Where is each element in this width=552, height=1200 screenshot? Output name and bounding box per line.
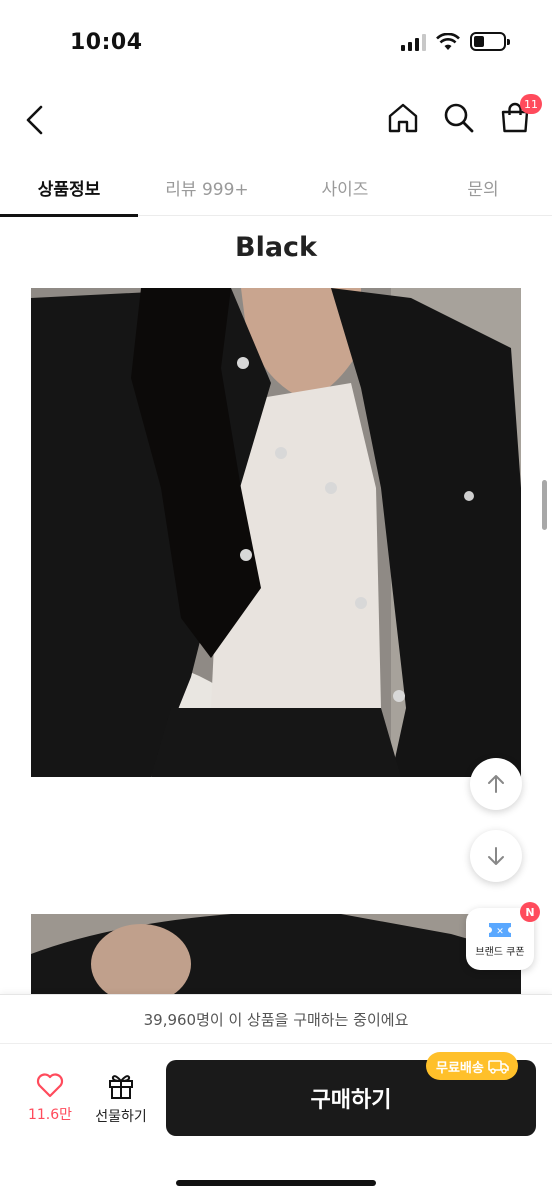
tab-reviews[interactable]: 리뷰 999+ [138,158,276,216]
home-icon [388,103,418,133]
search-button[interactable] [442,100,476,136]
like-count: 11.6만 [27,1107,73,1123]
tab-size[interactable]: 사이즈 [276,158,414,216]
color-section-title: Black [234,232,317,263]
heart-icon [36,1073,64,1098]
coupon-label: 브랜드 쿠폰 [475,946,525,958]
purchase-count-notice: 39,960명이 이 상품을 구매하는 중이에요 [0,994,552,1044]
tab-product-info[interactable]: 상품정보 [0,158,138,217]
truck-icon [488,1060,509,1074]
back-button[interactable] [16,100,52,140]
product-photo-2 [31,914,521,1004]
free-shipping-badge: 무료배송 [426,1052,518,1080]
search-icon [444,103,474,133]
tab-inquiry[interactable]: 문의 [414,158,552,216]
bottom-action-bar: 11.6만 선물하기 구매하기 무료배송 [0,1044,552,1200]
battery-icon [470,32,510,51]
free-shipping-label: 무료배송 [436,1060,484,1076]
page-scrollbar[interactable] [542,480,547,530]
home-button[interactable] [386,100,420,136]
cart-button[interactable]: 11 [498,94,542,136]
product-photo-illustration [31,288,521,777]
gift-button[interactable]: 선물하기 [88,1072,154,1132]
arrow-down-icon [488,847,504,865]
chevron-left-icon [26,105,43,135]
product-tabs: 상품정보 리뷰 999+ 사이즈 문의 [0,158,552,217]
gift-label: 선물하기 [95,1109,147,1125]
coupon-new-badge: N [520,902,540,922]
status-icons [401,32,510,51]
like-button[interactable]: 11.6만 [20,1072,80,1132]
gift-icon [109,1075,133,1099]
brand-coupon-button[interactable]: ✕ 브랜드 쿠폰 N [466,902,540,970]
scroll-down-button[interactable] [470,830,522,882]
cellular-signal-icon [401,33,426,51]
status-time: 10:04 [70,30,143,55]
cart-count-badge: 11 [520,94,542,114]
coupon-icon: ✕ [489,922,511,937]
nav-icons: 11 [386,94,542,136]
scroll-up-button[interactable] [470,758,522,810]
product-photo-2-illustration [31,914,521,1004]
product-photo [31,288,521,777]
arrow-up-icon [488,775,504,793]
status-bar: 10:04 [0,0,552,80]
top-navigation: 11 [0,88,552,150]
svg-text:✕: ✕ [496,927,504,937]
home-indicator [176,1180,376,1186]
wifi-icon [436,32,460,50]
